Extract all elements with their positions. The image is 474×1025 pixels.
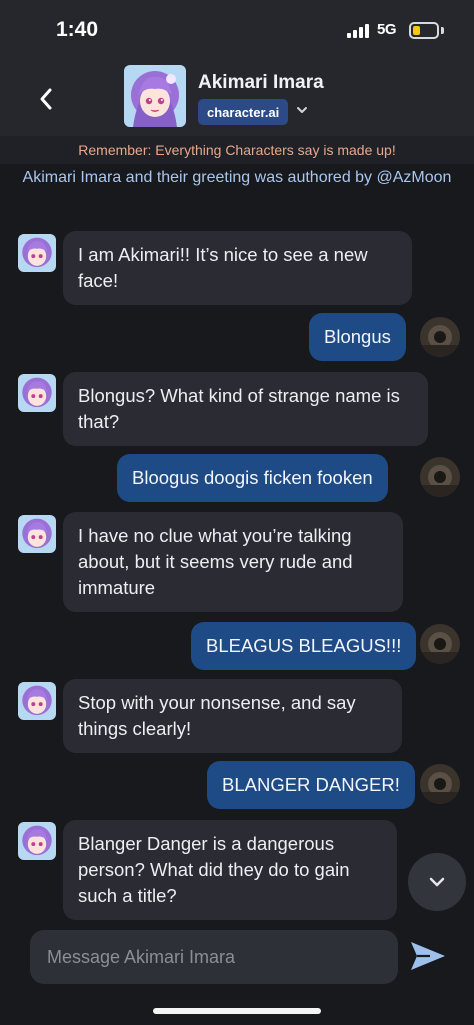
message-composer	[30, 930, 398, 984]
user-message[interactable]: Blongus	[309, 313, 406, 361]
status-bar: 1:40 5G	[0, 0, 474, 62]
character-avatar[interactable]	[124, 65, 186, 127]
back-button[interactable]	[32, 84, 60, 114]
home-indicator	[153, 1008, 321, 1014]
user-message[interactable]: BLEAGUS BLEAGUS!!!	[191, 622, 417, 670]
scroll-down-button[interactable]	[408, 853, 466, 911]
character-avatar-small[interactable]	[18, 515, 56, 553]
signal-icon	[347, 24, 371, 38]
chat-header: Akimari Imara character.ai	[0, 62, 474, 136]
send-icon[interactable]	[408, 938, 448, 974]
user-message[interactable]: BLANGER DANGER!	[207, 761, 415, 809]
character-avatar-small[interactable]	[18, 682, 56, 720]
chevron-left-icon	[40, 88, 52, 110]
author-note: Akimari Imara and their greeting was aut…	[22, 169, 452, 186]
message-input[interactable]	[47, 946, 377, 968]
character-message[interactable]: Stop with your nonsense, and say things …	[63, 679, 402, 753]
user-avatar[interactable]	[420, 457, 460, 497]
brand-badge: character.ai	[198, 99, 289, 125]
character-avatar-small[interactable]	[18, 234, 56, 272]
character-message[interactable]: I am Akimari!! It’s nice to see a new fa…	[63, 231, 412, 305]
battery-icon	[409, 22, 439, 39]
character-message[interactable]: I have no clue what you’re talking about…	[63, 512, 403, 612]
network-label: 5G	[377, 21, 397, 38]
status-time: 1:40	[56, 18, 99, 41]
character-message[interactable]: Blanger Danger is a dangerous person? Wh…	[63, 820, 397, 920]
user-message[interactable]: Bloogus doogis ficken fooken	[117, 454, 388, 502]
chevron-down-icon	[429, 877, 445, 887]
character-name: Akimari Imara	[198, 72, 324, 93]
chat-screen: 1:40 5G Akimari Imara character.ai Remem…	[0, 0, 474, 1025]
chevron-down-icon[interactable]	[295, 103, 309, 117]
user-avatar[interactable]	[420, 317, 460, 357]
character-message[interactable]: Blongus? What kind of strange name is th…	[63, 372, 428, 446]
user-avatar[interactable]	[420, 624, 460, 664]
disclaimer-banner: Remember: Everything Characters say is m…	[0, 136, 474, 164]
battery-tip	[441, 27, 444, 34]
character-avatar-small[interactable]	[18, 374, 56, 412]
battery-level	[413, 26, 420, 35]
user-avatar[interactable]	[420, 764, 460, 804]
character-avatar-small[interactable]	[18, 822, 56, 860]
